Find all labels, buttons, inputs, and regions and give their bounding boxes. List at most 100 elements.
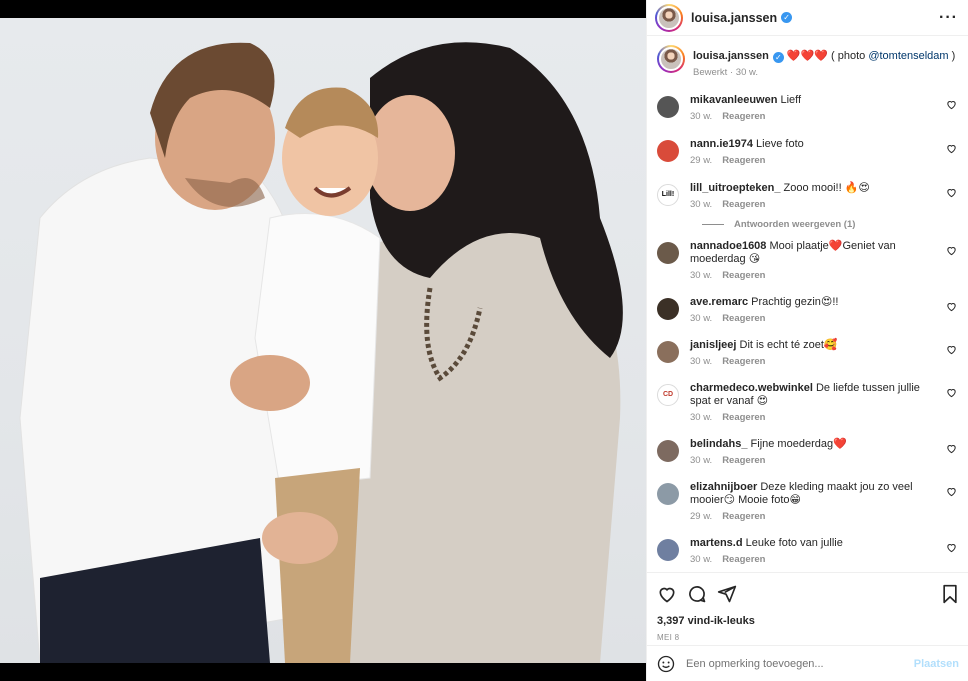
- post-header: louisa.janssen ✓ ···: [647, 0, 968, 36]
- commenter-avatar[interactable]: [657, 96, 679, 118]
- view-replies-button[interactable]: Antwoorden weergeven (1): [702, 219, 959, 230]
- reply-button[interactable]: Reageren: [722, 111, 765, 122]
- commenter-username[interactable]: elizahnijboer: [690, 481, 757, 493]
- commenter-username[interactable]: nannadoe1608: [690, 240, 766, 252]
- comment-like-heart-icon[interactable]: [946, 99, 957, 110]
- reply-button[interactable]: Reageren: [722, 313, 765, 324]
- comment-text: Prachtig gezin😍!!: [751, 296, 839, 308]
- comment-like-heart-icon[interactable]: [946, 443, 957, 454]
- commenter-username[interactable]: janisljeej: [690, 339, 736, 351]
- comment-meta: 30 w. Reageren: [690, 312, 838, 325]
- comment-time: 30 w.: [690, 270, 713, 281]
- comment-time: 30 w.: [690, 412, 713, 423]
- commenter-username[interactable]: nann.ie1974: [690, 138, 753, 150]
- commenter-username[interactable]: lill_uitroepteken_: [690, 182, 780, 194]
- post-caption: louisa.janssen ✓ ❤️❤️❤️ ( photo @tomtense…: [657, 45, 959, 94]
- reply-button[interactable]: Reageren: [722, 155, 765, 166]
- post-comment-button[interactable]: Plaatsen: [914, 658, 959, 670]
- comment-input[interactable]: [686, 657, 906, 670]
- post-actions: 3,397 vind-ik-leuks MEI 8: [647, 572, 968, 642]
- comment-time: 30 w.: [690, 199, 713, 210]
- commenter-username[interactable]: martens.d: [690, 537, 743, 549]
- comment-meta: 30 w. Reageren: [690, 198, 870, 211]
- commenter-avatar[interactable]: [657, 341, 679, 363]
- like-count[interactable]: 3,397 vind-ik-leuks: [657, 615, 959, 627]
- comment-time: 30 w.: [690, 356, 713, 367]
- commenter-avatar[interactable]: [657, 539, 679, 561]
- commenter-username[interactable]: charmedeco.webwinkel: [690, 382, 813, 394]
- comment-time: 30 w.: [690, 111, 713, 122]
- post-photo[interactable]: [0, 18, 646, 663]
- commenter-avatar[interactable]: [657, 140, 679, 162]
- caption-avatar[interactable]: [657, 45, 685, 73]
- comment-item: Lill! lill_uitroepteken_ Zooo mooi!! 🔥😍 30…: [657, 182, 959, 211]
- comment-time: 29 w.: [690, 155, 713, 166]
- commenter-avatar[interactable]: CD: [657, 384, 679, 406]
- comment-item: nannadoe1608 Mooi plaatje❤️Geniet van mo…: [657, 240, 959, 282]
- comment-like-heart-icon[interactable]: [946, 245, 957, 256]
- reply-button[interactable]: Reageren: [722, 455, 765, 466]
- reply-button[interactable]: Reageren: [722, 511, 765, 522]
- caption-mention-link[interactable]: @tomtenseldam: [868, 50, 948, 62]
- comment-like-heart-icon[interactable]: [946, 344, 957, 355]
- comment-meta: 30 w. Reageren: [690, 110, 801, 123]
- post-side-panel: louisa.janssen ✓ ··· louisa.janssen ✓ ❤️❤…: [646, 0, 968, 681]
- meta-separator: ·: [727, 67, 736, 78]
- comment-item: ave.remarc Prachtig gezin😍!! 30 w. Reagere…: [657, 296, 959, 325]
- comment-text: Dit is echt té zoet🥰: [739, 339, 838, 351]
- add-comment-bar: Plaatsen: [647, 645, 968, 681]
- comment-container: mikavanleeuwen Lieff 30 w. Reageren nann.ie…: [657, 94, 959, 566]
- comment-time: 29 w.: [690, 511, 713, 522]
- like-heart-icon[interactable]: [657, 584, 677, 604]
- author-avatar[interactable]: [655, 3, 683, 32]
- reply-button[interactable]: Reageren: [722, 554, 765, 565]
- comment-item: CD charmedeco.webwinkel De liefde tussen …: [657, 382, 959, 424]
- comment-item: janisljeej Dit is echt té zoet🥰 30 w. Reag…: [657, 339, 959, 368]
- view-replies-label: Antwoorden weergeven (1): [734, 219, 856, 230]
- emoji-smiley-icon[interactable]: [657, 655, 675, 673]
- comment-meta: 30 w. Reageren: [690, 411, 939, 424]
- comment-bubble-icon[interactable]: [687, 584, 707, 604]
- post-date: MEI 8: [657, 633, 680, 642]
- post-media-pane: [0, 0, 646, 681]
- comment-meta: 30 w. Reageren: [690, 355, 838, 368]
- commenter-avatar[interactable]: Lill!: [657, 184, 679, 206]
- reply-button[interactable]: Reageren: [722, 412, 765, 423]
- comment-like-heart-icon[interactable]: [946, 187, 957, 198]
- comment-like-heart-icon[interactable]: [946, 143, 957, 154]
- caption-text: ❤️❤️❤️ ( photo: [783, 50, 869, 62]
- comment-like-heart-icon[interactable]: [946, 486, 957, 497]
- caption-meta: Bewerkt · 30 w.: [693, 66, 955, 80]
- save-bookmark-icon[interactable]: [941, 584, 959, 604]
- verified-badge-icon: ✓: [772, 52, 784, 63]
- comment-like-heart-icon[interactable]: [946, 387, 957, 398]
- caption-time: 30 w.: [735, 67, 758, 78]
- reply-button[interactable]: Reageren: [722, 356, 765, 367]
- commenter-avatar[interactable]: [657, 242, 679, 264]
- comment-time: 30 w.: [690, 313, 713, 324]
- author-username[interactable]: louisa.janssen: [691, 11, 777, 25]
- commenter-username[interactable]: belindahs_: [690, 438, 747, 450]
- commenter-avatar[interactable]: [657, 298, 679, 320]
- commenter-username[interactable]: ave.remarc: [690, 296, 748, 308]
- comment-item: belindahs_ Fijne moederdag❤️ 30 w. Reagere…: [657, 438, 959, 467]
- comment-time: 30 w.: [690, 554, 713, 565]
- caption-username[interactable]: louisa.janssen: [693, 50, 769, 62]
- comment-meta: 29 w. Reageren: [690, 154, 804, 167]
- more-horizontal-icon[interactable]: ···: [939, 9, 958, 26]
- commenter-avatar[interactable]: [657, 440, 679, 462]
- comment-like-heart-icon[interactable]: [946, 301, 957, 312]
- share-paper-plane-icon[interactable]: [717, 584, 737, 604]
- commenter-username[interactable]: mikavanleeuwen: [690, 94, 777, 106]
- reply-button[interactable]: Reageren: [722, 199, 765, 210]
- comment-text: Leuke foto van jullie: [745, 537, 843, 549]
- family-photo-illustration: [19, 42, 623, 663]
- comment-item: mikavanleeuwen Lieff 30 w. Reageren: [657, 94, 959, 123]
- comment-like-heart-icon[interactable]: [946, 542, 957, 553]
- comments-list[interactable]: louisa.janssen ✓ ❤️❤️❤️ ( photo @tomtense…: [647, 37, 968, 572]
- commenter-avatar[interactable]: [657, 483, 679, 505]
- comment-meta: 30 w. Reageren: [690, 553, 843, 566]
- replies-divider: [702, 224, 724, 225]
- reply-button[interactable]: Reageren: [722, 270, 765, 281]
- comment-meta: 30 w. Reageren: [690, 269, 939, 282]
